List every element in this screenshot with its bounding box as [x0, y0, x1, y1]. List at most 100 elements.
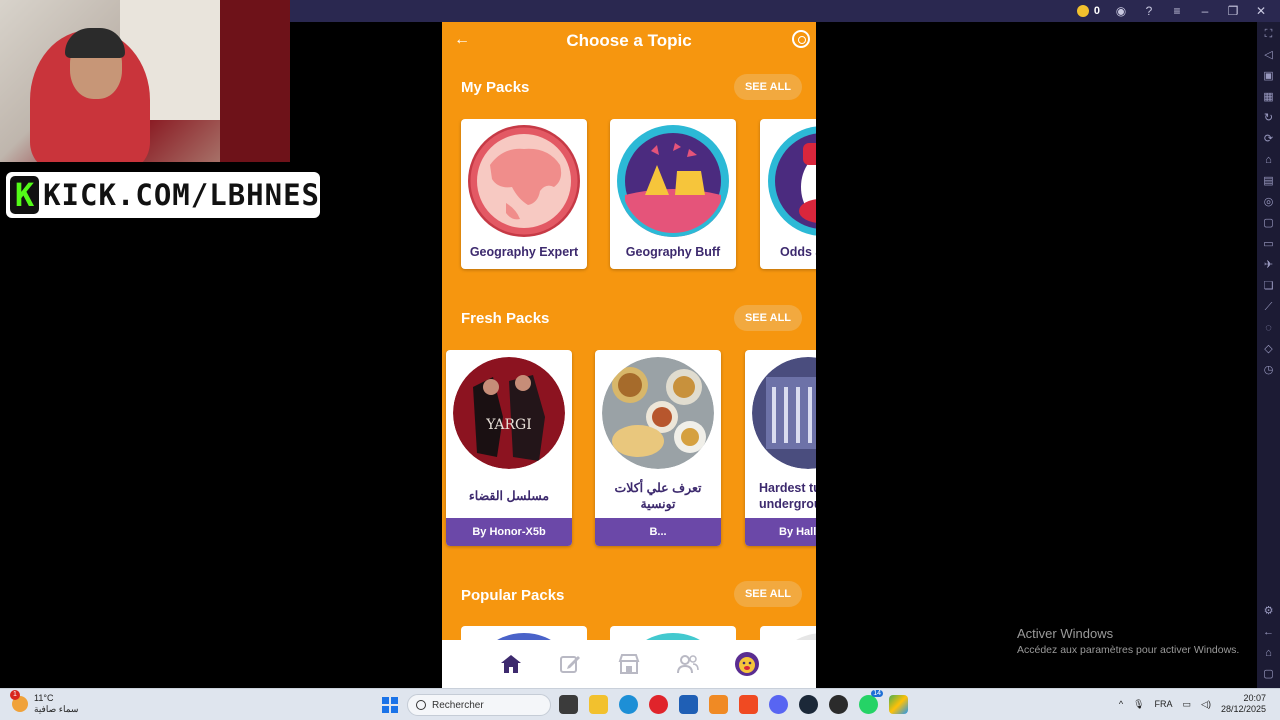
taskbar-apps: 14	[559, 690, 908, 714]
popular-packs-title: Popular Packs	[461, 587, 565, 604]
popular-pack-card[interactable]	[760, 626, 816, 640]
bluestacks-icon[interactable]	[889, 695, 908, 714]
popular-pack-card[interactable]	[610, 626, 736, 640]
weather-widget[interactable]: 1 11°C سماء صافية	[10, 690, 78, 715]
pack-card-odds[interactable]: Odds a	[760, 119, 816, 269]
weather-text: 11°C سماء صافية	[34, 693, 78, 715]
weather-description: سماء صافية	[34, 704, 79, 714]
minimize-icon[interactable]: –	[1198, 4, 1212, 18]
layers-icon[interactable]: ◇	[1262, 343, 1276, 355]
kick-banner: K KICK.COM/LBHNES	[6, 172, 320, 218]
back-icon[interactable]: ←	[1262, 626, 1276, 638]
fresh-packs-title: Fresh Packs	[461, 310, 550, 327]
app-a-icon[interactable]	[709, 695, 728, 714]
screenshot-icon[interactable]: ◎	[1262, 196, 1276, 208]
brave-icon[interactable]	[739, 695, 758, 714]
clock-icon[interactable]: ◷	[1262, 364, 1276, 376]
obs-icon[interactable]	[829, 695, 848, 714]
language-indicator[interactable]: FRA	[1155, 699, 1173, 709]
whatsapp-badge: 14	[871, 690, 883, 697]
taskbar-search-placeholder: Rechercher	[432, 699, 484, 711]
character-icon	[768, 126, 816, 236]
whatsapp-icon[interactable]: 14	[859, 690, 883, 714]
page-title: Choose a Topic	[566, 31, 692, 50]
media-icon[interactable]: ▭	[1262, 238, 1276, 250]
popular-pack-card[interactable]	[461, 626, 587, 640]
network-icon[interactable]: ▭	[1183, 699, 1192, 710]
kick-logo: K	[10, 176, 40, 214]
fresh-packs-row: YARGI مسلسل القضاء By Honor-X5b تعرف علي…	[442, 350, 816, 550]
microphone-icon[interactable]: 🎙	[1133, 699, 1144, 710]
taskbar-search[interactable]: Rechercher	[407, 694, 551, 716]
fresh-pack-author: By Halle	[745, 518, 816, 546]
pack-card-geography-buff[interactable]: Geography Buff	[610, 119, 736, 269]
temperature: 11°C	[34, 693, 54, 703]
steam-icon[interactable]	[799, 695, 818, 714]
friends-icon[interactable]	[676, 653, 700, 675]
popular-pack-art	[646, 633, 700, 640]
popular-pack-art	[796, 633, 816, 640]
discord-icon[interactable]	[769, 695, 788, 714]
chevron-up-icon[interactable]: ^	[1119, 699, 1123, 709]
volume-icon[interactable]: ◁	[1262, 49, 1276, 61]
volume-icon[interactable]: ◁)	[1201, 699, 1211, 710]
start-tile-icon	[391, 706, 398, 713]
fresh-pack-label: Hardest tu undergrou	[759, 481, 816, 511]
emulator-sidebar: ⛶ ◁ ▣ ▦ ↻ ⟳ ⌂ ▤ ◎ ▢ ▭ ✈ ❏ ⟋ ◌ ◇ ◷ ⚙ ← ⌂ …	[1257, 22, 1280, 688]
back-arrow-icon[interactable]: ←	[452, 30, 472, 50]
recent-apps-icon[interactable]: ▢	[1262, 668, 1276, 680]
store-icon[interactable]	[617, 653, 641, 675]
close-icon[interactable]: ✕	[1254, 4, 1268, 18]
file-explorer-icon[interactable]	[589, 695, 608, 714]
popular-packs-see-all-button[interactable]: SEE ALL	[734, 581, 802, 607]
menu-icon[interactable]: ≡	[1170, 4, 1184, 18]
pack-card-label: Geography Buff	[625, 245, 721, 259]
gamepad-icon[interactable]: ▦	[1262, 91, 1276, 103]
pack-card-label: Geography Expert	[469, 245, 579, 259]
activation-subtitle: Accédez aux paramètres pour activer Wind…	[1017, 644, 1240, 656]
store-app-icon[interactable]	[679, 695, 698, 714]
eco-icon[interactable]: ⟋	[1262, 301, 1276, 313]
fresh-pack-card-yargi[interactable]: YARGI مسلسل القضاء By Honor-X5b	[446, 350, 572, 546]
help-icon[interactable]: ?	[1142, 4, 1156, 18]
shake-icon[interactable]: ✈	[1262, 259, 1276, 271]
keyboard-icon[interactable]: ▣	[1262, 70, 1276, 82]
sync-icon[interactable]: ⟳	[1262, 133, 1276, 145]
rotate-icon[interactable]: ↻	[1262, 112, 1276, 124]
my-packs-see-all-button[interactable]: SEE ALL	[734, 74, 802, 100]
fresh-pack-card-tunisian-food[interactable]: تعرف علي أكلات تونسية B...	[595, 350, 721, 546]
yargi-poster-image: YARGI	[453, 357, 565, 469]
coin-counter[interactable]: 0	[1076, 5, 1100, 17]
opera-icon[interactable]	[649, 695, 668, 714]
task-view-icon[interactable]	[559, 695, 578, 714]
fresh-packs-see-all-button[interactable]: SEE ALL	[734, 305, 802, 331]
my-packs-title: My Packs	[461, 79, 530, 96]
start-button[interactable]	[382, 697, 398, 713]
home-icon[interactable]	[499, 653, 523, 675]
pack-card-label: Odds a	[780, 245, 816, 259]
location-icon[interactable]: ⌂	[1262, 154, 1276, 166]
clock[interactable]: 20:07 28/12/2025	[1221, 693, 1266, 715]
home-side-icon[interactable]: ⌂	[1262, 647, 1276, 659]
edit-icon[interactable]	[558, 653, 582, 675]
search-icon[interactable]	[792, 30, 810, 48]
start-tile-icon	[382, 706, 389, 713]
music-mixer-image	[752, 357, 816, 469]
pack-card-geography-expert[interactable]: Geography Expert	[461, 119, 587, 269]
food-dishes-image	[602, 357, 714, 469]
app-header: ← Choose a Topic	[442, 22, 816, 60]
performance-icon[interactable]: ▤	[1262, 175, 1276, 187]
profile-avatar-icon[interactable]	[734, 652, 759, 676]
my-packs-row: Geography Expert Geography Buff Odds	[442, 119, 816, 279]
fresh-pack-card-hardest-underground[interactable]: Hardest tu undergrou By Halle	[745, 350, 816, 546]
edge-icon[interactable]	[619, 695, 638, 714]
macro-icon[interactable]: ◌	[1262, 322, 1276, 334]
account-icon[interactable]: ◉	[1114, 4, 1128, 18]
settings-icon[interactable]: ⚙	[1262, 605, 1276, 617]
restore-icon[interactable]: ❐	[1226, 4, 1240, 18]
windows-taskbar: 1 11°C سماء صافية Rechercher 14 ^ 🎙 FRA …	[0, 688, 1280, 720]
multi-instance-icon[interactable]: ❏	[1262, 280, 1276, 292]
record-icon[interactable]: ▢	[1262, 217, 1276, 229]
fullscreen-icon[interactable]: ⛶	[1262, 28, 1276, 40]
start-tile-icon	[382, 697, 389, 704]
